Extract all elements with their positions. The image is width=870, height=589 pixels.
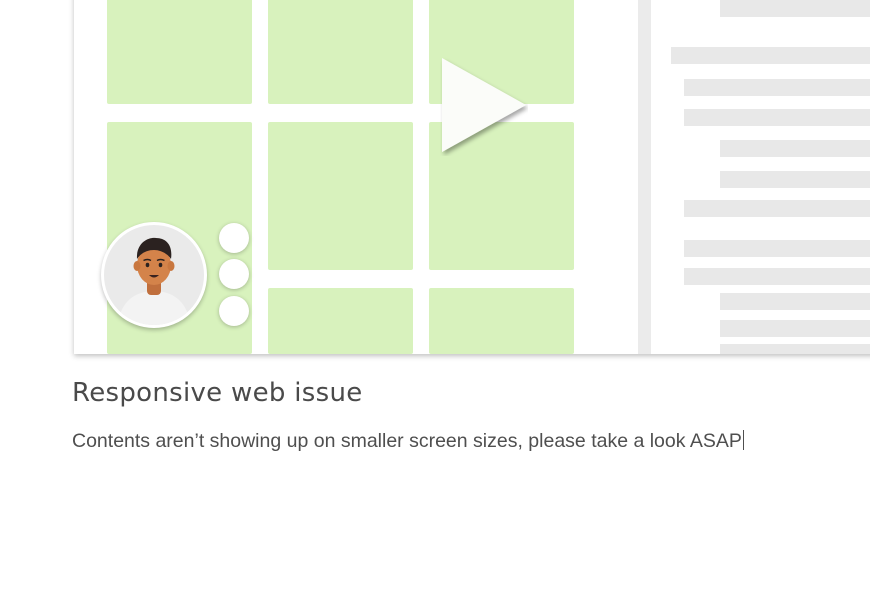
text-placeholder-line (720, 0, 870, 17)
text-placeholder-line (684, 268, 870, 285)
text-placeholder-line (720, 320, 870, 337)
text-placeholder-line (684, 240, 870, 257)
play-icon[interactable] (440, 56, 528, 156)
card-title: Responsive web issue (72, 378, 363, 408)
grid-tile (107, 0, 252, 104)
grid-tile (429, 288, 574, 354)
text-placeholder-line (720, 171, 870, 188)
text-placeholder-line (720, 140, 870, 157)
grid-tile (268, 122, 413, 270)
text-placeholder-line (720, 344, 870, 354)
text-placeholder-line (720, 293, 870, 310)
text-cursor (742, 430, 744, 450)
text-placeholder-line (684, 109, 870, 126)
grid-tile (268, 288, 413, 354)
grid-tile (268, 0, 413, 104)
text-placeholder-line (684, 79, 870, 96)
panel-divider (638, 0, 651, 354)
avatar[interactable] (101, 222, 207, 328)
avatar-icon (118, 237, 190, 325)
text-placeholder-line (671, 47, 870, 64)
card-description: Contents aren’t showing up on smaller sc… (72, 430, 742, 452)
card-description-row[interactable]: Contents aren’t showing up on smaller sc… (72, 430, 744, 453)
dot (219, 223, 249, 253)
text-placeholder-line (684, 200, 870, 217)
dot (219, 296, 249, 326)
stage: Responsive web issue Contents aren’t sho… (0, 0, 870, 589)
dot (219, 259, 249, 289)
